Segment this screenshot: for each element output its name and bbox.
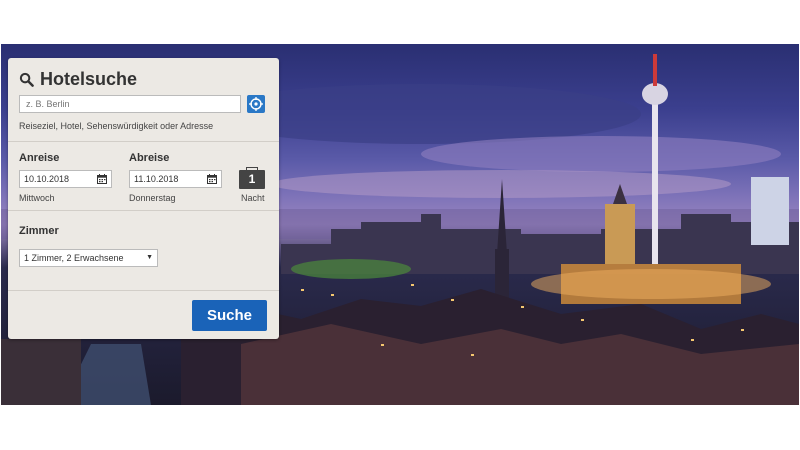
hotel-search-panel: Hotelsuche Reiseziel, Hotel, Sehenswürdi… (8, 58, 279, 339)
nights-label: Nacht (241, 193, 265, 203)
checkout-weekday: Donnerstag (129, 193, 176, 203)
locate-icon (249, 97, 263, 111)
calendar-icon[interactable] (207, 174, 217, 184)
checkout-label: Abreise (129, 152, 170, 164)
calendar-icon[interactable] (97, 174, 107, 184)
search-icon (19, 72, 34, 87)
rooms-guests-select[interactable]: 1 Zimmer, 2 Erwachsene ▼ (19, 249, 158, 267)
briefcase-icon: 1 (248, 172, 256, 186)
locate-me-button[interactable] (247, 95, 265, 113)
checkin-date-field[interactable]: 10.10.2018 (19, 170, 112, 188)
divider (8, 210, 279, 211)
rooms-selected-value: 1 Zimmer, 2 Erwachsene (24, 253, 124, 263)
checkin-label: Anreise (19, 152, 60, 164)
rooms-label: Zimmer (19, 225, 59, 237)
destination-hint: Reiseziel, Hotel, Sehenswürdigkeit oder … (19, 121, 214, 131)
nights-count-badge: 1 (239, 167, 265, 189)
destination-input[interactable] (19, 95, 241, 113)
divider (8, 290, 279, 291)
divider (8, 141, 279, 142)
checkout-date-value: 11.10.2018 (134, 174, 179, 184)
search-button[interactable]: Suche (192, 300, 267, 331)
checkin-date-value: 10.10.2018 (24, 174, 70, 184)
checkout-date-field[interactable]: 11.10.2018 (129, 170, 222, 188)
panel-title: Hotelsuche (40, 69, 138, 89)
chevron-down-icon: ▼ (146, 254, 153, 261)
checkin-weekday: Mittwoch (19, 193, 55, 203)
panel-title-row: Hotelsuche (19, 69, 137, 90)
